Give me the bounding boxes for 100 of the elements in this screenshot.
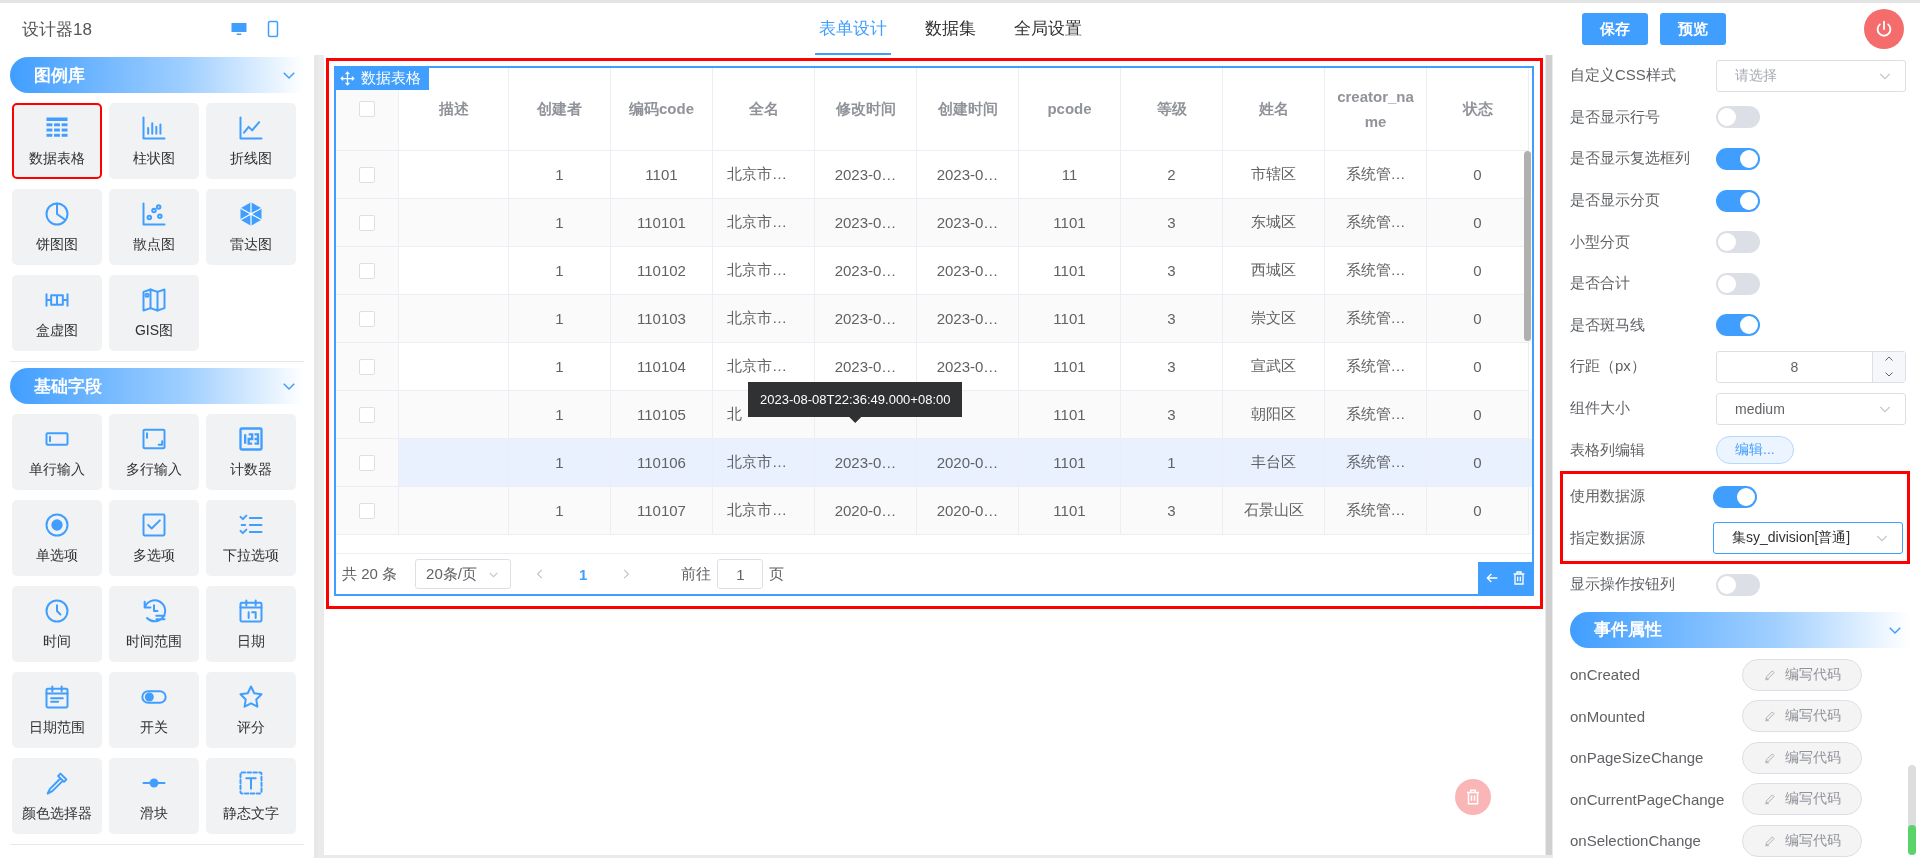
table-cell: 3 xyxy=(1167,262,1176,279)
table-cell: 2023-0… xyxy=(936,166,999,183)
property-label: 是否合计 xyxy=(1570,274,1631,294)
table-cell: 朝阳区 xyxy=(1251,405,1296,424)
table-cell: 0 xyxy=(1473,358,1482,375)
table-cell: 系统管… xyxy=(1345,261,1406,280)
table-cell: 2023-0… xyxy=(834,166,897,183)
column-header: 创建时间 xyxy=(917,68,1019,151)
column-header: 状态 xyxy=(1427,68,1529,151)
property-label: 表格列编辑 xyxy=(1570,440,1646,460)
table-cell: 系统管… xyxy=(1345,309,1406,328)
property-label: 小型分页 xyxy=(1570,232,1631,252)
table-cell: 0 xyxy=(1473,454,1482,471)
table-cell: 1 xyxy=(555,166,564,183)
table-cell: 3 xyxy=(1167,310,1176,327)
widget-label: 数据表格 xyxy=(361,69,421,88)
property-label: 是否斑马线 xyxy=(1570,315,1646,335)
table-cell: 1 xyxy=(555,262,564,279)
column-header: 编码code xyxy=(611,68,713,151)
table-cell: 市辖区 xyxy=(1251,165,1296,184)
column-header: 修改时间 xyxy=(815,68,917,151)
table-cell: 北京市… xyxy=(727,309,787,328)
table-cell: 1 xyxy=(555,406,564,423)
property-label: 组件大小 xyxy=(1570,399,1631,419)
table-cell: 3 xyxy=(1167,502,1176,519)
table-cell: 宣武区 xyxy=(1251,357,1296,376)
property-label: 行距（px） xyxy=(1570,357,1647,377)
table-cell: 110101 xyxy=(637,214,686,231)
table-cell: 3 xyxy=(1167,214,1176,231)
table-cell: 1 xyxy=(555,358,564,375)
table-cell: 110106 xyxy=(637,454,686,471)
table-cell: 2023-0… xyxy=(834,358,897,375)
table-cell: 1 xyxy=(555,214,564,231)
table-cell: 3 xyxy=(1167,358,1176,375)
table-cell: 1101 xyxy=(1053,502,1086,519)
table-cell: 0 xyxy=(1473,214,1482,231)
table-cell: 东城区 xyxy=(1251,213,1296,232)
table-cell: 2020-0… xyxy=(834,502,897,519)
page-suffix: 页 xyxy=(769,564,785,584)
table-cell: 110105 xyxy=(637,406,686,423)
table-cell: 北 xyxy=(727,405,742,424)
table-cell: 1 xyxy=(555,454,564,471)
table-cell: 北京市… xyxy=(727,165,787,184)
table-cell: 110104 xyxy=(637,358,686,375)
event-name: onSelectionChange xyxy=(1570,832,1702,850)
event-name: onCurrentPageChange xyxy=(1570,790,1726,808)
table-cell: 0 xyxy=(1473,502,1482,519)
table-cell: 北京市… xyxy=(727,261,787,280)
table-cell: 崇文区 xyxy=(1251,309,1296,328)
table-cell: 北京市… xyxy=(727,357,787,376)
property-label: 使用数据源 xyxy=(1570,487,1646,507)
table-cell: 系统管… xyxy=(1345,357,1406,376)
table-cell: 西城区 xyxy=(1251,261,1296,280)
table-cell: 110107 xyxy=(637,502,686,519)
section-title: 图例库 xyxy=(34,64,85,87)
table-cell: 110102 xyxy=(637,262,686,279)
table-cell: 2023-0… xyxy=(834,310,897,327)
column-header: 姓名 xyxy=(1223,68,1325,151)
column-header: 等级 xyxy=(1121,68,1223,151)
table-cell: 1 xyxy=(1167,454,1176,471)
table-cell: 2023-0… xyxy=(936,358,999,375)
table-cell: 0 xyxy=(1473,166,1482,183)
table-cell: 1101 xyxy=(1053,262,1086,279)
table-cell: 0 xyxy=(1473,310,1482,327)
section-title: 事件属性 xyxy=(1594,619,1662,642)
table-cell: 1101 xyxy=(1053,310,1086,327)
table-cell: 1101 xyxy=(1053,358,1086,375)
property-label: 是否显示复选框列 xyxy=(1570,149,1691,169)
app-title: 设计器18 xyxy=(22,18,93,41)
property-label: 是否显示行号 xyxy=(1570,107,1661,127)
table-cell: 2023-0… xyxy=(834,214,897,231)
goto-label: 前往 xyxy=(681,564,712,584)
table-cell: 系统管… xyxy=(1345,213,1406,232)
table-cell: 1101 xyxy=(645,166,678,183)
column-header: 创建者 xyxy=(509,68,611,151)
table-cell: 2023-0… xyxy=(936,214,999,231)
table-cell: 系统管… xyxy=(1345,405,1406,424)
table-cell: 系统管… xyxy=(1345,453,1406,472)
table-cell: 北京市… xyxy=(727,453,787,472)
property-label: 显示操作按钮列 xyxy=(1570,575,1676,595)
table-cell: 2023-0… xyxy=(936,262,999,279)
table-cell: 石景山区 xyxy=(1243,501,1304,520)
table-cell: 1 xyxy=(555,502,564,519)
table-cell: 2020-0… xyxy=(936,502,999,519)
table-cell: 2023-0… xyxy=(834,262,897,279)
column-header: creator_name xyxy=(1325,68,1427,151)
table-cell: 1 xyxy=(555,310,564,327)
event-name: onCreated xyxy=(1570,666,1642,683)
table-cell: 北京市… xyxy=(727,213,787,232)
table-cell: 11 xyxy=(1061,166,1078,183)
table-cell: 系统管… xyxy=(1345,165,1406,184)
column-header: 全名 xyxy=(713,68,815,151)
section-title: 基础字段 xyxy=(34,375,102,398)
property-label: 自定义CSS样式 xyxy=(1570,66,1677,86)
total-count: 共 20 条 xyxy=(342,564,398,584)
property-label: 指定数据源 xyxy=(1570,528,1646,548)
table-cell: 110103 xyxy=(637,310,686,327)
table-cell: 1101 xyxy=(1053,214,1086,231)
column-header: pcode xyxy=(1019,68,1121,151)
table-cell: 2020-0… xyxy=(936,454,999,471)
